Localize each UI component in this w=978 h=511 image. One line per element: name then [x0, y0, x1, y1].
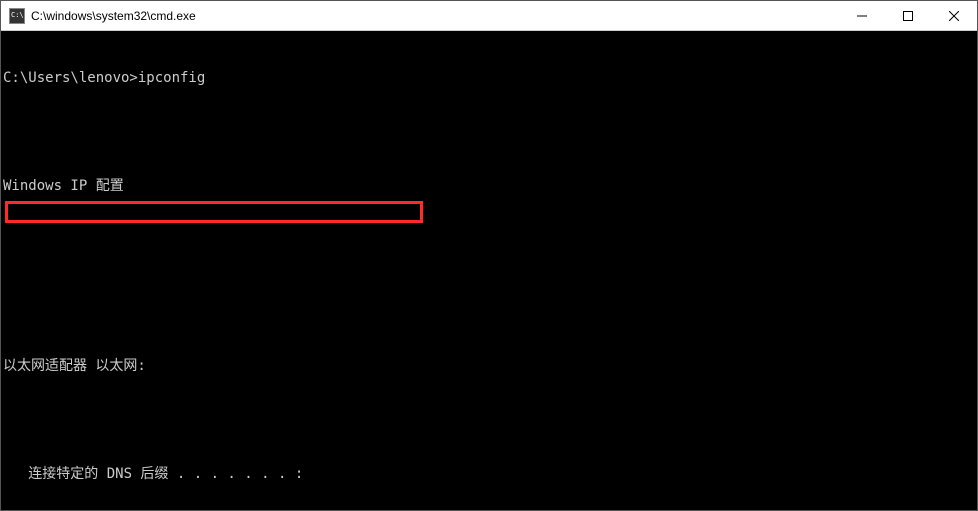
prompt-line: C:\Users\lenovo>ipconfig [3, 69, 977, 87]
minimize-button[interactable] [839, 1, 885, 30]
maximize-icon [903, 11, 913, 21]
close-button[interactable] [931, 1, 977, 30]
blank-line [3, 285, 977, 303]
ethernet-dns-suffix: 连接特定的 DNS 后缀 . . . . . . . : [3, 465, 977, 483]
close-icon [949, 11, 959, 21]
maximize-button[interactable] [885, 1, 931, 30]
ipconfig-heading: Windows IP 配置 [3, 177, 977, 195]
cmd-icon [9, 8, 25, 24]
ethernet-title: 以太网适配器 以太网: [3, 357, 977, 375]
blank-line [3, 231, 977, 249]
blank-line [3, 123, 977, 141]
prompt-command: ipconfig [138, 70, 205, 86]
titlebar[interactable]: C:\windows\system32\cmd.exe [1, 1, 977, 31]
minimize-icon [857, 11, 867, 21]
window-title: C:\windows\system32\cmd.exe [31, 9, 839, 23]
ipv4-highlight [5, 201, 423, 223]
cmd-window: C:\windows\system32\cmd.exe C:\Users\len… [0, 0, 978, 511]
window-controls [839, 1, 977, 30]
blank-line [3, 411, 977, 429]
prompt-path: C:\Users\lenovo> [3, 70, 138, 86]
terminal-area[interactable]: C:\Users\lenovo>ipconfig Windows IP 配置 以… [1, 31, 977, 510]
